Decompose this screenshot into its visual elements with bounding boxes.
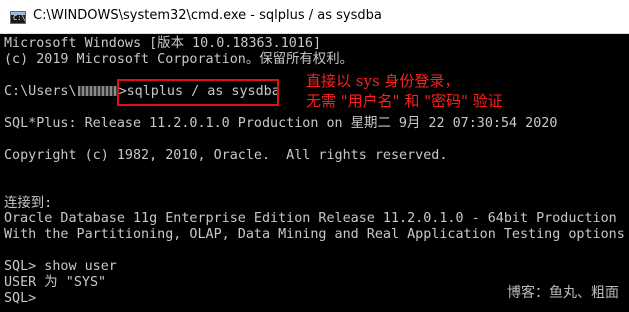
console-line: Copyright (c) 1982, 2010, Oracle. All ri… — [4, 148, 448, 163]
console-line: Oracle Database 11g Enterprise Edition R… — [4, 211, 617, 226]
title-bar[interactable]: C:\ C:\WINDOWS\system32\cmd.exe - sqlplu… — [0, 0, 629, 34]
console-line: USER 为 "SYS" — [4, 275, 107, 290]
console-line: Microsoft Windows [版本 10.0.18363.1016] — [4, 36, 322, 51]
redacted-username — [77, 86, 118, 96]
command-highlight-box — [117, 79, 279, 106]
console-line: 连接到: — [4, 196, 53, 211]
console-output[interactable]: Microsoft Windows [版本 10.0.18363.1016] (… — [0, 34, 629, 312]
blog-watermark: 博客：鱼丸、粗面 — [507, 285, 619, 301]
annotation-line-1: 直接以 sys 身份登录， — [306, 72, 460, 90]
cmd-console-icon: C:\ — [10, 11, 26, 24]
console-line: SQL*Plus: Release 11.2.0.1.0 Production … — [4, 116, 558, 131]
annotation-line-2: 无需 "用户名" 和 "密码" 验证 — [306, 92, 503, 110]
console-line: With the Partitioning, OLAP, Data Mining… — [4, 227, 625, 242]
console-line: SQL> show user — [4, 259, 117, 274]
console-line: (c) 2019 Microsoft Corporation。保留所有权利。 — [4, 52, 353, 67]
window-title: C:\WINDOWS\system32\cmd.exe - sqlplus / … — [33, 8, 382, 23]
prompt-path: C:\Users\ — [4, 84, 77, 99]
console-line: SQL> — [4, 291, 37, 306]
cmd-window: C:\ C:\WINDOWS\system32\cmd.exe - sqlplu… — [0, 0, 629, 312]
